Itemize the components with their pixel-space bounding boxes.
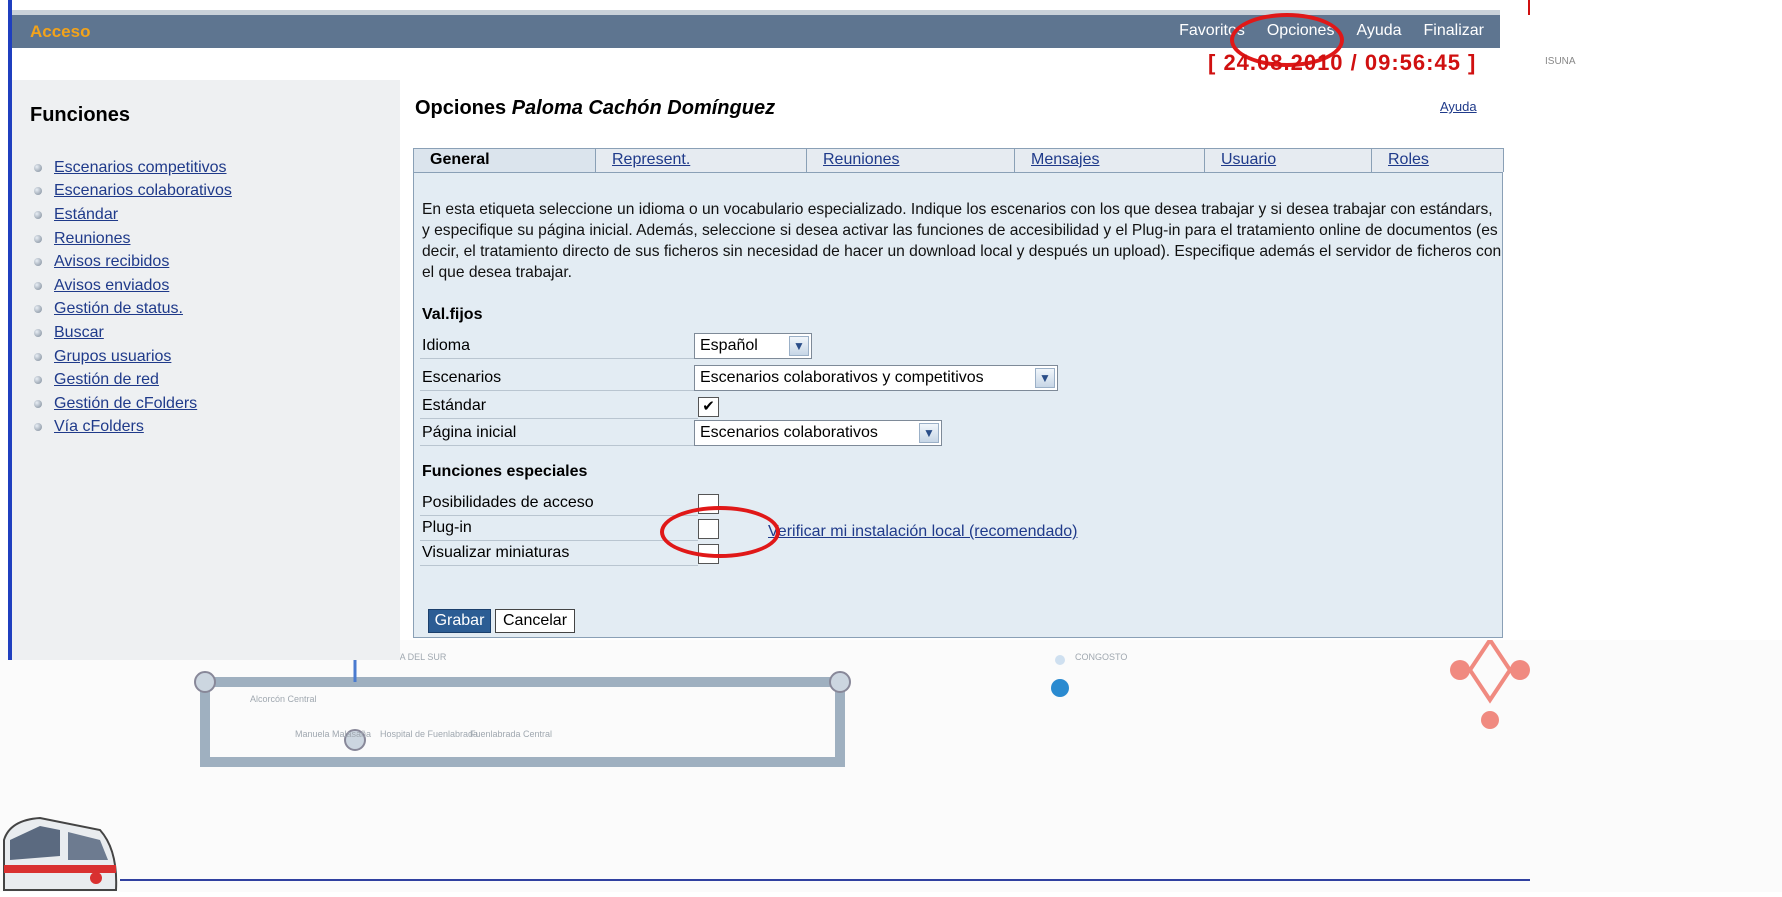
- sidebar-link[interactable]: Grupos usuarios: [54, 348, 171, 366]
- functions-title: Funciones: [30, 104, 131, 126]
- tab-label: General: [430, 151, 490, 168]
- bottom-divider: [120, 879, 1530, 881]
- sidebar-item-escenarios-competitivos: Escenarios competitivos: [34, 156, 232, 180]
- tab-usuario[interactable]: Usuario: [1204, 148, 1372, 172]
- bullet-icon: [34, 328, 42, 337]
- save-button[interactable]: Grabar: [428, 609, 491, 633]
- sidebar-item-reuniones: Reuniones: [34, 227, 232, 251]
- sidebar-link[interactable]: Avisos recibidos: [54, 253, 169, 271]
- corner-mark: [1528, 0, 1530, 15]
- chevron-down-icon[interactable]: ▼: [1035, 368, 1055, 388]
- estandar-checkbox[interactable]: ✔: [698, 397, 719, 417]
- pagina-inicial-selected-value: Escenarios colaborativos: [700, 424, 878, 441]
- cancel-button[interactable]: Cancelar: [495, 609, 575, 633]
- tab-represent[interactable]: Represent.: [595, 148, 807, 172]
- tab-general[interactable]: General: [413, 148, 596, 172]
- idioma-select[interactable]: Español ▼: [694, 333, 812, 359]
- sidebar-link[interactable]: Vía cFolders: [54, 418, 144, 436]
- annotation-circle-plugin: [660, 506, 780, 558]
- bullet-icon: [34, 258, 42, 267]
- idioma-selected-value: Español: [700, 337, 758, 354]
- tab-reuniones[interactable]: Reuniones: [806, 148, 1015, 172]
- sidebar-link[interactable]: Avisos enviados: [54, 277, 169, 295]
- verify-local-installation-link[interactable]: Verificar mi instalación local (recomend…: [768, 523, 1077, 541]
- nav-finalizar[interactable]: Finalizar: [1424, 22, 1484, 40]
- functions-sidebar: Funciones Escenarios competitivos Escena…: [12, 80, 400, 660]
- map-label: Alcorcón Central: [250, 694, 317, 704]
- sidebar-link[interactable]: Buscar: [54, 324, 104, 342]
- metro-map-background: PUERTA DEL SUR CONGOSTO Alcorcón Central…: [0, 640, 1782, 892]
- tab-roles[interactable]: Roles: [1371, 148, 1504, 172]
- pagina-inicial-select[interactable]: Escenarios colaborativos ▼: [694, 420, 942, 446]
- bullet-icon: [34, 423, 42, 432]
- access-label: Acceso: [30, 22, 91, 41]
- map-label: Manuela Malasaña: [295, 729, 371, 739]
- bullet-icon: [34, 376, 42, 385]
- checkmark-icon: ✔: [702, 398, 715, 415]
- tab-label[interactable]: Represent.: [612, 151, 690, 168]
- miniaturas-label: Visualizar miniaturas: [420, 544, 698, 566]
- metro-train-logo: [0, 810, 120, 897]
- bullet-icon: [34, 187, 42, 196]
- sidebar-link[interactable]: Gestión de cFolders: [54, 395, 197, 413]
- sidebar-item-avisos-recibidos: Avisos recibidos: [34, 250, 232, 274]
- tab-label[interactable]: Usuario: [1221, 151, 1276, 168]
- sidebar-item-estandar: Estándar: [34, 203, 232, 227]
- page-title-prefix: Opciones: [415, 97, 507, 119]
- sidebar-item-gestion-cfolders: Gestión de cFolders: [34, 392, 232, 416]
- options-tabs: General Represent. Reuniones Mensajes Us…: [413, 148, 1504, 173]
- page-title-user-name: Paloma Cachón Domínguez: [511, 97, 776, 119]
- sidebar-item-gestion-red: Gestión de red: [34, 368, 232, 392]
- map-label: Hospital de Fuenlabrada: [380, 729, 478, 739]
- tab-label[interactable]: Roles: [1388, 151, 1429, 168]
- tab-mensajes[interactable]: Mensajes: [1014, 148, 1205, 172]
- bullet-icon: [34, 210, 42, 219]
- sidebar-link[interactable]: Estándar: [54, 206, 118, 224]
- sidebar-item-gestion-status: Gestión de status.: [34, 298, 232, 322]
- bullet-icon: [34, 352, 42, 361]
- tab-label[interactable]: Mensajes: [1031, 151, 1099, 168]
- help-link[interactable]: Ayuda: [1440, 99, 1477, 114]
- acceso-label: Posibilidades de acceso: [420, 494, 698, 516]
- bullet-icon: [34, 305, 42, 314]
- sidebar-item-avisos-enviados: Avisos enviados: [34, 274, 232, 298]
- bullet-icon: [34, 234, 42, 243]
- section-special-functions: Funciones especiales: [422, 463, 588, 480]
- sidebar-link[interactable]: Escenarios colaborativos: [54, 182, 232, 200]
- session-datetime: [ 24.08.2010 / 09:56:45 ]: [1208, 50, 1477, 75]
- plugin-label: Plug-in: [420, 519, 698, 541]
- section-fixed-values: Val.fijos: [422, 306, 483, 323]
- idioma-label: Idioma: [420, 337, 698, 359]
- sidebar-item-escenarios-colaborativos: Escenarios colaborativos: [34, 180, 232, 204]
- top-navigation-bar: Acceso Favoritos Opciones Ayuda Finaliza…: [12, 13, 1500, 67]
- general-tab-panel: En esta etiqueta seleccione un idioma o …: [413, 172, 1503, 638]
- general-description: En esta etiqueta seleccione un idioma o …: [422, 201, 1502, 281]
- bullet-icon: [34, 163, 42, 172]
- tab-label[interactable]: Reuniones: [823, 151, 900, 168]
- escenarios-select[interactable]: Escenarios colaborativos y competitivos …: [694, 365, 1058, 391]
- chevron-down-icon[interactable]: ▼: [789, 336, 809, 356]
- page-title: Opciones Paloma Cachón Domínguez: [415, 97, 775, 120]
- sidebar-link[interactable]: Gestión de status.: [54, 300, 183, 318]
- bullet-icon: [34, 399, 42, 408]
- estandar-label: Estándar: [420, 397, 698, 419]
- nav-ayuda[interactable]: Ayuda: [1356, 22, 1401, 40]
- sidebar-link[interactable]: Reuniones: [54, 230, 131, 248]
- bullet-icon: [34, 281, 42, 290]
- functions-list: Escenarios competitivos Escenarios colab…: [34, 156, 232, 439]
- map-label: CONGOSTO: [1075, 652, 1127, 662]
- map-label: Fuenlabrada Central: [470, 729, 552, 739]
- sidebar-item-grupos-usuarios: Grupos usuarios: [34, 345, 232, 369]
- pagina-inicial-label: Página inicial: [420, 424, 698, 446]
- sidebar-link[interactable]: Escenarios competitivos: [54, 159, 227, 177]
- side-fragment-text: ISUNA: [1545, 56, 1576, 67]
- chevron-down-icon[interactable]: ▼: [919, 423, 939, 443]
- escenarios-label: Escenarios: [420, 369, 698, 391]
- sidebar-item-buscar: Buscar: [34, 321, 232, 345]
- escenarios-selected-value: Escenarios colaborativos y competitivos: [700, 369, 984, 386]
- sidebar-link[interactable]: Gestión de red: [54, 371, 159, 389]
- sidebar-item-via-cfolders: Vía cFolders: [34, 416, 232, 440]
